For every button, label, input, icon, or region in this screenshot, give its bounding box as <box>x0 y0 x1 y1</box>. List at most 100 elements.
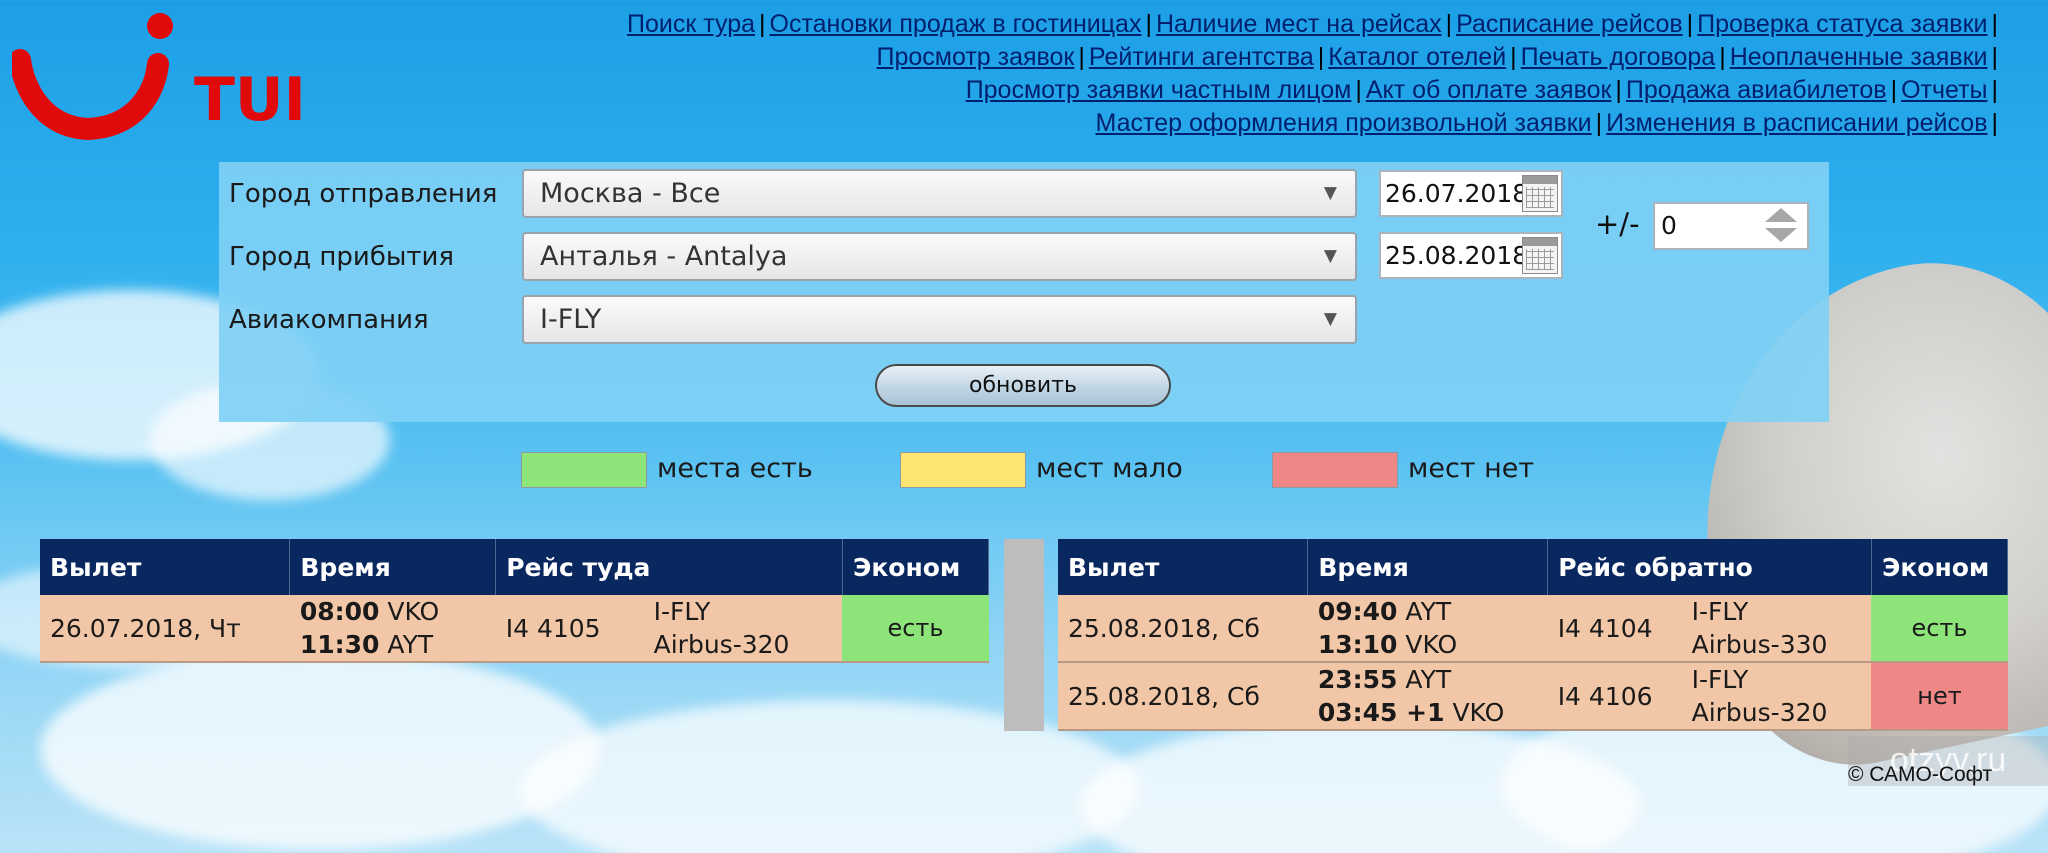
dropdown-arrow-icon: ▼ <box>1323 183 1337 203</box>
arrival-city-value: Анталья - Antalya <box>540 241 788 272</box>
header-departure: Вылет <box>40 539 291 595</box>
tui-logo[interactable]: TUI <box>9 12 312 142</box>
date-from-input[interactable]: 26.07.2018 <box>1379 170 1563 217</box>
nav-link[interactable]: Просмотр заявок <box>877 43 1075 71</box>
nav-separator: | <box>1686 10 1694 38</box>
nav-link[interactable]: Неоплаченные заявки <box>1730 43 1988 71</box>
nav-link[interactable]: Изменения в расписании рейсов <box>1606 109 1987 137</box>
nav-link[interactable]: Расписание рейсов <box>1456 10 1683 38</box>
dropdown-arrow-icon: ▼ <box>1323 246 1337 266</box>
nav-line: Мастер оформления произвольной заявки | Из… <box>422 107 2002 140</box>
flight-number: I4 4106 <box>1547 662 1682 731</box>
nav-line: Поиск тура | Остановки продаж в гостиницах… <box>422 8 2002 41</box>
cloud-decoration <box>520 700 1140 853</box>
nav-separator: | <box>1991 43 1999 71</box>
flight-date: 26.07.2018, Чт <box>40 595 290 663</box>
legend-label: мест нет <box>1408 453 1535 484</box>
legend-swatch-yellow <box>900 452 1026 488</box>
airline-value: I-FLY <box>540 304 602 335</box>
airline-aircraft: I-FLY Airbus-320 <box>1681 662 1872 731</box>
table-row[interactable]: 25.08.2018, Сб 09:40 AYT 13:10 VKO I4 41… <box>1058 595 2008 663</box>
nav-separator: | <box>1078 43 1085 71</box>
table-header-row: Вылет Время Рейс обратно Эконом <box>1058 539 2009 595</box>
nav-line: Просмотр заявки частным лицом | Акт об опл… <box>422 74 2002 107</box>
departure-city-value: Москва - Все <box>540 178 721 209</box>
nav-link[interactable]: Мастер оформления произвольной заявки <box>1096 109 1592 137</box>
departure-city-label: Город отправления <box>229 179 498 209</box>
flight-times: 23:55 AYT 03:45 +1 VKO <box>1307 662 1548 731</box>
nav-link[interactable]: Рейтинги агентства <box>1089 43 1314 71</box>
refresh-button[interactable]: обновить <box>875 364 1171 407</box>
header-time: Время <box>289 539 497 595</box>
stepper-down-icon[interactable] <box>1765 228 1797 242</box>
economy-status[interactable]: нет <box>1871 662 2008 731</box>
flight-times: 08:00 VKO 11:30 AYT <box>289 595 496 663</box>
nav-separator: | <box>1991 76 1999 104</box>
legend-swatch-red <box>1272 452 1398 488</box>
dropdown-arrow-icon: ▼ <box>1323 309 1337 329</box>
airline-select[interactable]: I-FLY ▼ <box>522 295 1357 344</box>
logo-text: TUI <box>194 65 306 135</box>
flight-times: 09:40 AYT 13:10 VKO <box>1307 595 1548 663</box>
airline-label: Авиакомпания <box>229 305 429 335</box>
nav-separator: | <box>1719 43 1726 71</box>
nav-link[interactable]: Продажа авиабилетов <box>1626 76 1887 104</box>
outbound-flights-table: Вылет Время Рейс туда Эконом 26.07.2018,… <box>40 539 990 663</box>
flight-number: I4 4104 <box>1547 595 1682 663</box>
date-to-input[interactable]: 25.08.2018 <box>1379 232 1563 279</box>
flight-date: 25.08.2018, Сб <box>1058 595 1308 663</box>
nav-link[interactable]: Печать договора <box>1521 43 1716 71</box>
header-time: Время <box>1307 539 1549 595</box>
stepper-up-icon[interactable] <box>1765 208 1797 222</box>
days-range-stepper[interactable]: 0 <box>1653 202 1809 250</box>
header-economy: Эконом <box>1871 539 2009 595</box>
table-row[interactable]: 25.08.2018, Сб 23:55 AYT 03:45 +1 VKO I4… <box>1058 662 2008 731</box>
calendar-icon[interactable] <box>1522 175 1558 212</box>
nav-link[interactable]: Остановки продаж в гостиницах <box>770 10 1142 38</box>
nav-link[interactable]: Акт об оплате заявок <box>1366 76 1612 104</box>
departure-city-select[interactable]: Москва - Все ▼ <box>522 169 1357 218</box>
airline-aircraft: I-FLY Airbus-330 <box>1681 595 1872 663</box>
nav-separator: | <box>1317 43 1325 71</box>
nav-link[interactable]: Отчеты <box>1901 76 1987 104</box>
legend-label: мест мало <box>1036 453 1183 484</box>
nav-link[interactable]: Наличие мест на рейсах <box>1156 10 1442 38</box>
nav-separator: | <box>1445 10 1453 38</box>
nav-link[interactable]: Поиск тура <box>627 10 755 38</box>
flight-search-panel: Город отправления Москва - Все ▼ 26.07.2… <box>219 162 1829 422</box>
nav-separator: | <box>1991 109 1999 137</box>
legend-swatch-green <box>521 452 647 488</box>
arrival-city-label: Город прибытия <box>229 242 455 272</box>
economy-status[interactable]: есть <box>842 595 989 663</box>
nav-separator: | <box>1890 76 1898 104</box>
date-to-value: 25.08.2018 <box>1385 241 1529 270</box>
nav-separator: | <box>759 10 766 38</box>
tui-smile-icon: TUI <box>9 13 306 141</box>
header-flight-out: Рейс туда <box>495 539 843 595</box>
nav-separator: | <box>1355 76 1362 104</box>
arrival-city-select[interactable]: Анталья - Antalya ▼ <box>522 232 1357 281</box>
return-flights-table: Вылет Время Рейс обратно Эконом 25.08.20… <box>1058 539 2009 731</box>
table-header-row: Вылет Время Рейс туда Эконом <box>40 539 990 595</box>
header-economy: Эконом <box>842 539 990 595</box>
nav-link[interactable]: Каталог отелей <box>1328 43 1506 71</box>
table-row[interactable]: 26.07.2018, Чт 08:00 VKO 11:30 AYT I4 41… <box>40 595 989 663</box>
airline-aircraft: I-FLY Airbus-320 <box>643 595 843 663</box>
nav-link[interactable]: Просмотр заявки частным лицом <box>966 76 1352 104</box>
date-from-value: 26.07.2018 <box>1385 179 1529 208</box>
flight-date: 25.08.2018, Сб <box>1058 662 1308 731</box>
nav-line: Просмотр заявок | Рейтинги агентства | Катал… <box>422 41 2002 74</box>
nav-link[interactable]: Проверка статуса заявки <box>1697 10 1987 38</box>
nav-separator: | <box>1991 10 1999 38</box>
economy-status[interactable]: есть <box>1871 595 2008 663</box>
legend-label: места есть <box>657 453 813 484</box>
header-departure: Вылет <box>1058 539 1309 595</box>
nav-separator: | <box>1145 10 1152 38</box>
tables-divider <box>1004 539 1044 731</box>
days-range-value: 0 <box>1661 211 1677 240</box>
nav-separator: | <box>1595 109 1603 137</box>
cloud-decoration <box>40 650 600 850</box>
plus-minus-label: +/- <box>1595 207 1640 241</box>
calendar-icon[interactable] <box>1522 237 1558 274</box>
nav-separator: | <box>1615 76 1622 104</box>
